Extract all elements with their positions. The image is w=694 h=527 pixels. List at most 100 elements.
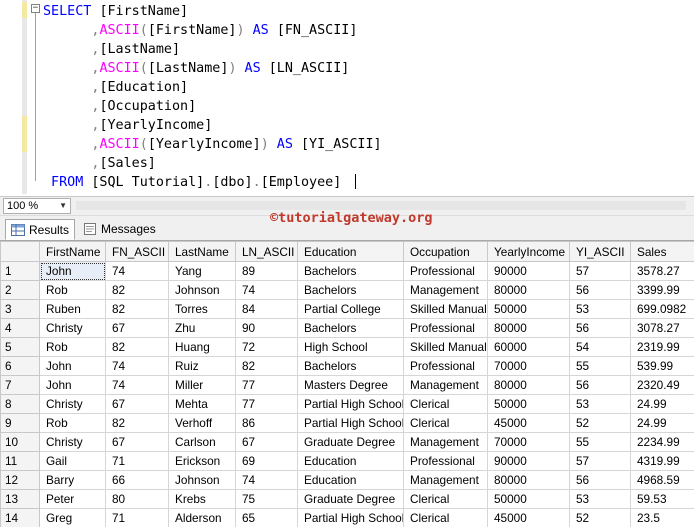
row-number[interactable]: 10 (0, 432, 40, 452)
table-cell[interactable]: 50000 (487, 299, 570, 319)
table-cell[interactable]: 55 (569, 432, 631, 452)
table-row[interactable]: 1 John 74 Yang 89 Bachelors Professional 90000 5… (0, 261, 694, 281)
column-header[interactable]: FN_ASCII (105, 241, 169, 262)
table-cell[interactable]: 65 (235, 508, 298, 527)
table-cell[interactable]: 77 (235, 394, 298, 414)
table-cell[interactable]: Carlson (168, 432, 236, 452)
table-cell[interactable]: Clerical (403, 489, 488, 509)
table-cell[interactable]: Partial College (297, 299, 404, 319)
table-cell[interactable]: Management (403, 375, 488, 395)
table-cell[interactable]: Verhoff (168, 413, 236, 433)
table-cell[interactable]: 24.99 (630, 413, 694, 433)
table-cell[interactable]: Huang (168, 337, 236, 357)
table-cell[interactable]: Yang (168, 261, 236, 281)
table-cell[interactable]: Education (297, 470, 404, 490)
tab-results[interactable]: Results (5, 219, 75, 240)
table-cell[interactable]: Bachelors (297, 356, 404, 376)
table-cell[interactable]: 45000 (487, 413, 570, 433)
table-cell[interactable]: 50000 (487, 489, 570, 509)
table-cell[interactable]: 82 (105, 413, 169, 433)
table-cell[interactable]: 86 (235, 413, 298, 433)
table-cell[interactable]: 2319.99 (630, 337, 694, 357)
column-header[interactable]: Education (297, 241, 404, 262)
table-cell[interactable]: Ruben (39, 299, 106, 319)
table-cell[interactable]: 57 (569, 451, 631, 471)
table-row[interactable]: 14 Greg 71 Alderson 65 Partial High School Cle… (0, 508, 694, 527)
row-number[interactable]: 13 (0, 489, 40, 509)
row-number[interactable]: 4 (0, 318, 40, 338)
table-cell[interactable]: Erickson (168, 451, 236, 471)
table-row[interactable]: 10 Christy 67 Carlson 67 Graduate Degree Manag… (0, 432, 694, 452)
table-cell[interactable]: 90000 (487, 451, 570, 471)
table-row[interactable]: 9 Rob 82 Verhoff 86 Partial High School Cleric… (0, 413, 694, 433)
table-cell[interactable]: 699.0982 (630, 299, 694, 319)
table-cell[interactable]: Partial High School (297, 508, 404, 527)
table-row[interactable]: 3 Ruben 82 Torres 84 Partial College Skilled M… (0, 299, 694, 319)
table-cell[interactable]: Masters Degree (297, 375, 404, 395)
table-cell[interactable]: 67 (105, 432, 169, 452)
table-cell[interactable]: 52 (569, 508, 631, 527)
table-row[interactable]: 5 Rob 82 Huang 72 High School Skilled Manual 60… (0, 337, 694, 357)
table-cell[interactable]: 53 (569, 489, 631, 509)
table-cell[interactable]: Professional (403, 451, 488, 471)
table-cell[interactable]: Clerical (403, 394, 488, 414)
table-cell[interactable]: 70000 (487, 432, 570, 452)
table-cell[interactable]: 56 (569, 375, 631, 395)
row-number[interactable]: 7 (0, 375, 40, 395)
table-cell[interactable]: 67 (235, 432, 298, 452)
row-number[interactable]: 5 (0, 337, 40, 357)
table-cell[interactable]: 67 (105, 318, 169, 338)
table-cell[interactable]: Management (403, 432, 488, 452)
table-cell[interactable]: Clerical (403, 413, 488, 433)
row-number[interactable]: 2 (0, 280, 40, 300)
table-cell[interactable]: John (39, 356, 106, 376)
table-cell[interactable]: 60000 (487, 337, 570, 357)
table-cell[interactable]: Johnson (168, 280, 236, 300)
table-cell[interactable]: Bachelors (297, 261, 404, 281)
row-number[interactable]: 1 (0, 261, 40, 281)
table-cell[interactable]: 82 (105, 280, 169, 300)
table-cell[interactable]: 82 (105, 299, 169, 319)
row-number[interactable]: 12 (0, 470, 40, 490)
table-cell[interactable]: 66 (105, 470, 169, 490)
table-cell[interactable]: Christy (39, 432, 106, 452)
table-cell[interactable]: 4319.99 (630, 451, 694, 471)
table-cell[interactable]: Clerical (403, 508, 488, 527)
table-cell[interactable]: 24.99 (630, 394, 694, 414)
table-cell[interactable]: 71 (105, 451, 169, 471)
column-header[interactable]: LN_ASCII (235, 241, 298, 262)
table-cell[interactable]: 74 (105, 356, 169, 376)
table-row[interactable]: 8 Christy 67 Mehta 77 Partial High School Cler… (0, 394, 694, 414)
table-cell[interactable]: 67 (105, 394, 169, 414)
table-cell[interactable]: 23.5 (630, 508, 694, 527)
table-cell[interactable]: Bachelors (297, 280, 404, 300)
table-row[interactable]: 7 John 74 Miller 77 Masters Degree Management 8… (0, 375, 694, 395)
query-text[interactable]: SELECT [FirstName] ,ASCII([FirstName]) A… (43, 2, 382, 192)
table-cell[interactable]: Christy (39, 394, 106, 414)
table-cell[interactable]: 72 (235, 337, 298, 357)
table-cell[interactable]: 80000 (487, 280, 570, 300)
table-cell[interactable]: Skilled Manual (403, 299, 488, 319)
table-cell[interactable]: Rob (39, 413, 106, 433)
table-cell[interactable]: 55 (569, 356, 631, 376)
table-cell[interactable]: 74 (105, 261, 169, 281)
row-number[interactable]: 6 (0, 356, 40, 376)
column-header[interactable]: YearlyIncome (487, 241, 570, 262)
table-cell[interactable]: Bachelors (297, 318, 404, 338)
row-number[interactable]: 11 (0, 451, 40, 471)
table-cell[interactable]: Christy (39, 318, 106, 338)
row-number[interactable]: 14 (0, 508, 40, 527)
table-cell[interactable]: 90 (235, 318, 298, 338)
table-cell[interactable]: Partial High School (297, 394, 404, 414)
table-cell[interactable]: 89 (235, 261, 298, 281)
table-cell[interactable]: 2320.49 (630, 375, 694, 395)
table-row[interactable]: 4 Christy 67 Zhu 90 Bachelors Professional 8000… (0, 318, 694, 338)
table-cell[interactable]: Education (297, 451, 404, 471)
collapse-toggle-icon[interactable]: − (31, 4, 40, 13)
table-cell[interactable]: 80000 (487, 375, 570, 395)
zoom-dropdown[interactable]: 100 % ▼ (3, 198, 71, 214)
table-cell[interactable]: Peter (39, 489, 106, 509)
table-cell[interactable]: Graduate Degree (297, 489, 404, 509)
table-cell[interactable]: 80 (105, 489, 169, 509)
table-cell[interactable]: 3078.27 (630, 318, 694, 338)
